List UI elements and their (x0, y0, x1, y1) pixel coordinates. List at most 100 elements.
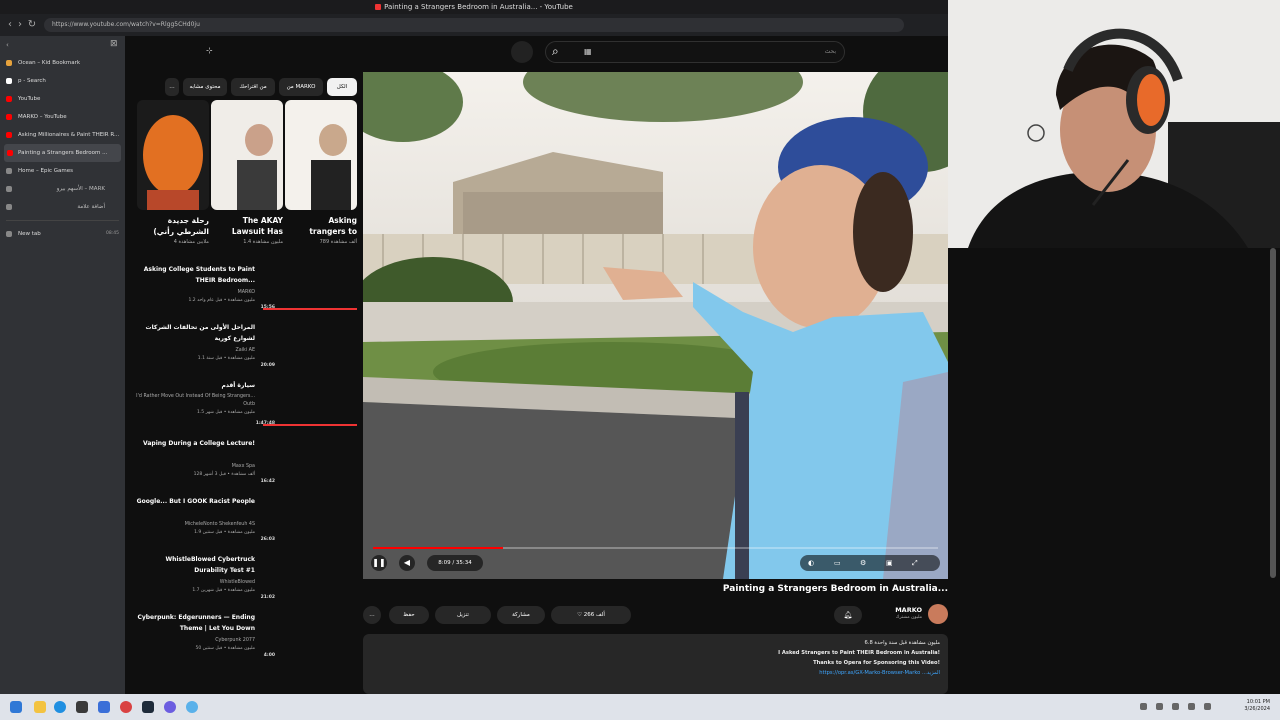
wifi-icon[interactable] (1156, 703, 1163, 710)
channel-name[interactable]: MARKO (895, 606, 922, 614)
save-button[interactable]: حفظ (389, 606, 429, 624)
tab-item[interactable]: Ocean – Kid Bookmark (0, 54, 125, 72)
video-channel[interactable]: Outb (131, 402, 255, 407)
video-title[interactable]: Vaping During a College Lecture! (131, 438, 255, 449)
clock-time: 10:01 PM (1246, 699, 1270, 705)
address-bar[interactable]: https://www.youtube.com/watch?v=Rlgg5CHd… (44, 18, 904, 32)
video-channel[interactable]: Maxx Spa (131, 464, 255, 469)
filter-chip[interactable]: … (165, 78, 179, 96)
voice-search-button[interactable] (511, 41, 533, 63)
video-thumbnail[interactable] (261, 494, 357, 546)
video-thumbnail[interactable] (261, 610, 357, 662)
tab-item[interactable]: Asking Millionaires & Paint THEIR R... (0, 126, 125, 144)
reload-icon[interactable]: ↻ (26, 19, 38, 31)
video-thumbnail[interactable] (261, 320, 357, 372)
tab-item[interactable]: أضافة علامة (0, 198, 125, 216)
video-actions: … حفظ تنزيل مشاركة ♡ 266 ألف 🔔︎ MARKO مل… (363, 604, 948, 626)
related-video[interactable]: 15:56Asking College Students to Paint TH… (131, 262, 357, 318)
settings-gear-icon[interactable]: ⚙ (860, 555, 866, 571)
video-thumbnail[interactable] (261, 378, 357, 430)
language-icon[interactable] (1204, 703, 1211, 710)
short-thumbnail[interactable] (285, 100, 357, 210)
channel-avatar[interactable] (928, 604, 948, 624)
youtube-favicon-icon (375, 4, 382, 10)
filter-chip[interactable]: من اقتراحك (231, 78, 275, 96)
related-video[interactable]: 20:09 المراحل الأولى من تحالفات الشركات ل… (131, 320, 357, 376)
video-title[interactable]: Google... But I GOOK Racist People (131, 496, 255, 507)
video-channel[interactable]: MARKO (131, 290, 255, 295)
description-box[interactable]: 6.8 مليون مشاهدة قبل سنة واحدة I Asked St… (363, 634, 948, 694)
like-button[interactable]: ♡ 266 ألف (551, 606, 631, 624)
video-thumbnail[interactable] (261, 262, 357, 314)
tab-item[interactable]: New tab 08:45 (0, 225, 125, 243)
video-thumbnail[interactable] (261, 436, 357, 488)
opera-gx-icon[interactable] (120, 701, 132, 713)
tab-item[interactable]: MARKO – YouTube (0, 108, 125, 126)
seek-bar[interactable] (373, 547, 938, 549)
more-actions-label: … (369, 612, 375, 618)
short-card[interactable]: The AKAY Lawsuit Has 1.4 مليون مشاهدة (211, 100, 283, 245)
video-channel[interactable]: Cyberpunk 2077 (131, 638, 255, 643)
clock[interactable]: 10:01 PM 3/26/2024 (1244, 699, 1270, 713)
pause-icon[interactable]: ❚❚ (371, 555, 387, 571)
steam-icon[interactable] (142, 701, 154, 713)
related-video[interactable]: 16:42 Vaping During a College Lecture! Max… (131, 436, 357, 492)
fullscreen-icon[interactable]: ⤢ (912, 555, 918, 571)
video-title[interactable]: Asking College Students to Paint THEIR B… (131, 264, 255, 286)
battery-icon[interactable] (1188, 703, 1195, 710)
short-thumbnail[interactable] (137, 100, 209, 210)
tab-item[interactable]: الأسهم بيرو – MARK (0, 180, 125, 198)
download-button[interactable]: تنزيل (435, 606, 491, 624)
notification-bell-button[interactable]: 🔔︎ (834, 606, 862, 624)
file-explorer-icon[interactable] (34, 701, 46, 713)
app-icon[interactable] (76, 701, 88, 713)
filter-chip[interactable]: محتوى مشابه (183, 78, 227, 96)
video-title[interactable]: المراحل الأولى من تحالفات الشركات لشوارع… (131, 322, 255, 344)
video-title[interactable]: WhistleBlowed Cybertruck Durability Test… (131, 554, 255, 576)
keyboard-icon[interactable]: ▦ (584, 47, 592, 56)
autoplay-toggle-icon[interactable]: ◐ (808, 555, 814, 571)
search-box[interactable]: ⌕ ▦ بحث (545, 41, 845, 63)
start-windows-icon[interactable] (10, 701, 22, 713)
edge-browser-icon[interactable] (54, 701, 66, 713)
video-player[interactable]: ❚❚ ◀ 8:09 / 35:34 ◐ ▭ ⚙ ▣ ⤢ (363, 72, 948, 579)
tab-label: Asking Millionaires & Paint THEIR R... (18, 132, 120, 138)
related-video[interactable]: 26:03 Google... But I GOOK Racist People M… (131, 494, 357, 550)
related-video[interactable]: 1:47:48سيارة أقدمI'd Rather Move Out Ins… (131, 378, 357, 434)
related-video[interactable]: 21:02 WhistleBlowed Cybertruck Durability… (131, 552, 357, 608)
video-channel[interactable]: Zaiki AE (131, 348, 255, 353)
subtitles-icon[interactable]: ▭ (834, 555, 841, 571)
video-thumbnail[interactable] (261, 552, 357, 604)
short-thumbnail[interactable] (211, 100, 283, 210)
forward-icon[interactable]: › (14, 19, 26, 31)
share-button[interactable]: مشاركة (497, 606, 545, 624)
description-line[interactable]: https://opr.as/GX-Marko-Browser-Marko ..… (819, 670, 940, 676)
tab-item[interactable]: p - Search (0, 72, 125, 90)
tab-item[interactable]: YouTube (0, 90, 125, 108)
discord-icon[interactable] (164, 701, 176, 713)
video-title[interactable]: سيارة أقدم (131, 380, 255, 391)
video-channel[interactable]: MicheleNonto Shekenfeuh 4S (131, 522, 255, 527)
filter-chip[interactable]: الكل (327, 78, 357, 96)
tab-item[interactable]: Home – Epic Games (0, 162, 125, 180)
miniplayer-icon[interactable]: ▣ (886, 555, 893, 571)
collapse-icon[interactable]: ‹ (6, 41, 9, 49)
volume-tray-icon[interactable] (1172, 703, 1179, 710)
tab-item[interactable]: Painting a Strangers Bedroom ... (4, 144, 121, 162)
more-actions-button[interactable]: … (363, 606, 381, 624)
filter-chip[interactable]: من MARKO (279, 78, 323, 96)
chat-icon[interactable] (186, 701, 198, 713)
tab-favicon-icon (6, 114, 12, 120)
mic-search-icon[interactable]: ⊹ (206, 46, 213, 55)
short-card[interactable]: رحلة جديدة (الشرطي رأني 4 ملايين مشاهدة (137, 100, 209, 245)
store-icon[interactable] (98, 701, 110, 713)
video-channel[interactable]: WhistleBlowed (131, 580, 255, 585)
tray-arrow-icon[interactable] (1140, 703, 1147, 710)
volume-icon[interactable]: ◀ (399, 555, 415, 571)
short-card[interactable]: Asking trangers to 789 ألف مشاهدة (285, 100, 357, 245)
search-icon[interactable]: ⌕ (552, 44, 559, 59)
close-sidebar-icon[interactable]: ⊠ (110, 39, 118, 49)
video-title[interactable]: Cyberpunk: Edgerunners — Ending Theme | … (131, 612, 255, 634)
scrollbar[interactable] (1270, 248, 1276, 578)
related-video[interactable]: 4:00 Cyberpunk: Edgerunners — Ending Them… (131, 610, 357, 666)
